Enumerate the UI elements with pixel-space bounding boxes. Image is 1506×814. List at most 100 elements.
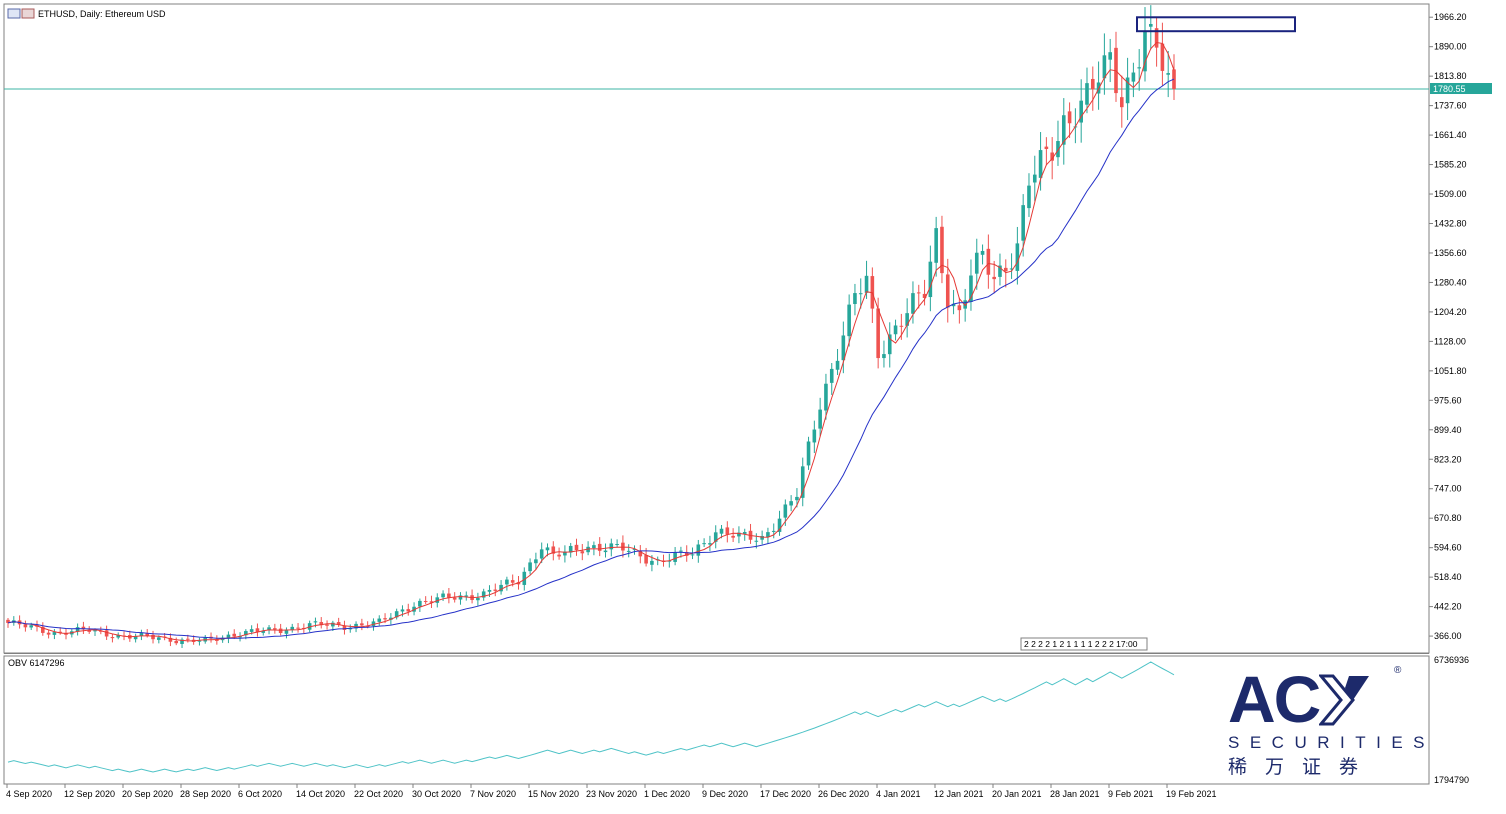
candle-bull: [650, 560, 654, 565]
candle-bull: [928, 261, 933, 298]
candle-bear: [406, 609, 411, 612]
candle-bear: [580, 551, 585, 554]
date-tick-label: 20 Jan 2021: [992, 789, 1042, 799]
candle-bull: [835, 360, 840, 370]
date-tick-label: 28 Jan 2021: [1050, 789, 1100, 799]
candle-bull: [487, 589, 492, 592]
candle-bull: [545, 547, 550, 551]
price-tick-label: 1890.00: [1434, 42, 1467, 52]
candle-bull: [505, 579, 509, 585]
candle-bear: [1119, 97, 1124, 108]
candle-bear: [876, 308, 880, 359]
price-tick-label: 442.20: [1434, 602, 1462, 612]
price-tick-label: 594.60: [1434, 543, 1462, 553]
date-tick-label: 23 Nov 2020: [586, 789, 637, 799]
date-tick-label: 15 Nov 2020: [528, 789, 579, 799]
candle-bear: [725, 527, 730, 535]
chart-title: ETHUSD, Daily: Ethereum USD: [38, 9, 166, 19]
candle-bull: [847, 304, 851, 337]
candle-bear: [1044, 146, 1049, 149]
candle-bull: [464, 595, 469, 597]
current-price-value: 1780.55: [1433, 84, 1466, 94]
date-tick-label: 19 Feb 2021: [1166, 789, 1217, 799]
candle-bear: [325, 624, 329, 626]
candle-bear: [731, 535, 735, 538]
price-tick-label: 823.20: [1434, 454, 1462, 464]
candle-bull: [795, 496, 799, 501]
candle-bull: [893, 325, 898, 335]
price-tick-label: 1966.20: [1434, 12, 1467, 22]
candle-bull: [1027, 185, 1031, 209]
candle-bull: [615, 543, 619, 545]
logo-main: AC: [1228, 662, 1321, 736]
price-tick-label: 899.40: [1434, 425, 1462, 435]
date-tick-label: 26 Dec 2020: [818, 789, 869, 799]
price-tick-label: 1051.80: [1434, 366, 1467, 376]
candle-bull: [1032, 174, 1037, 183]
price-tick-label: 1509.00: [1434, 189, 1467, 199]
candle-bear: [1160, 43, 1165, 71]
candle-bull: [1137, 67, 1141, 69]
candle-bull: [539, 549, 544, 559]
obv-tick-label: 1794790: [1434, 775, 1469, 785]
candle-bull: [1085, 83, 1089, 105]
candle-bull: [609, 543, 614, 550]
candle-bear: [232, 633, 237, 637]
candle-bear: [186, 638, 190, 640]
candle-bull: [528, 562, 532, 572]
candle-bull: [534, 559, 538, 564]
candle-bear: [452, 597, 457, 600]
candle-bull: [812, 429, 817, 443]
candle-bear: [104, 630, 109, 637]
candle-bull: [603, 550, 608, 553]
candle-bull: [696, 544, 701, 556]
candle-bull: [157, 637, 161, 640]
candles: [6, 5, 1176, 648]
candle-bear: [1003, 267, 1008, 272]
candle-bull: [690, 554, 695, 556]
candle-bear: [447, 593, 451, 598]
candle-bull: [377, 618, 382, 622]
date-tick-label: 30 Oct 2020: [412, 789, 461, 799]
candle-bear: [510, 580, 515, 583]
candle-bear: [986, 248, 991, 275]
candle-bull: [980, 250, 985, 255]
price-tick-label: 1280.40: [1434, 277, 1467, 287]
current-price-tag: 1780.55: [1430, 83, 1492, 95]
candle-bear: [360, 623, 364, 626]
date-tick-label: 4 Jan 2021: [876, 789, 921, 799]
obv-tick-label: 6736936: [1434, 655, 1469, 665]
candle-bear: [957, 305, 962, 311]
price-tick-label: 975.60: [1434, 395, 1462, 405]
candle-bear: [383, 618, 387, 620]
price-tick-label: 670.80: [1434, 513, 1462, 523]
price-tick-label: 1661.40: [1434, 130, 1467, 140]
candle-bear: [296, 627, 300, 629]
candle-bear: [174, 640, 179, 644]
date-tick-label: 1 Dec 2020: [644, 789, 690, 799]
candle-bear: [557, 554, 561, 557]
symbol-icon: [7, 8, 35, 19]
date-tick-label: 6 Oct 2020: [238, 789, 282, 799]
candle-bull: [702, 543, 706, 545]
candle-bear: [46, 632, 51, 635]
date-tick-label: 20 Sep 2020: [122, 789, 173, 799]
candle-bear: [597, 543, 602, 551]
candle-bear: [278, 628, 283, 633]
candle-bull: [1108, 52, 1112, 60]
logo-cn: 稀万证券: [1228, 756, 1377, 778]
candle-bull: [418, 600, 422, 607]
candle-bull: [673, 552, 677, 562]
candle-bear: [621, 542, 625, 551]
candle-bull: [934, 228, 938, 263]
candle-bull: [719, 528, 724, 534]
candle-bull: [476, 597, 480, 601]
candle-bull: [313, 621, 318, 623]
chart-root: ETHUSD, Daily: Ethereum USD OBV 6147296 …: [0, 0, 1506, 809]
date-axis: 4 Sep 2020 12 Sep 2020 20 Sep 2020 28 Sep 2…: [6, 784, 1217, 799]
obv-line: [7, 661, 1175, 773]
highlight-box[interactable]: [1136, 16, 1296, 33]
date-tick-label: 22 Oct 2020: [354, 789, 403, 799]
date-tick-label: 12 Sep 2020: [64, 789, 115, 799]
candle-bull: [29, 625, 34, 628]
